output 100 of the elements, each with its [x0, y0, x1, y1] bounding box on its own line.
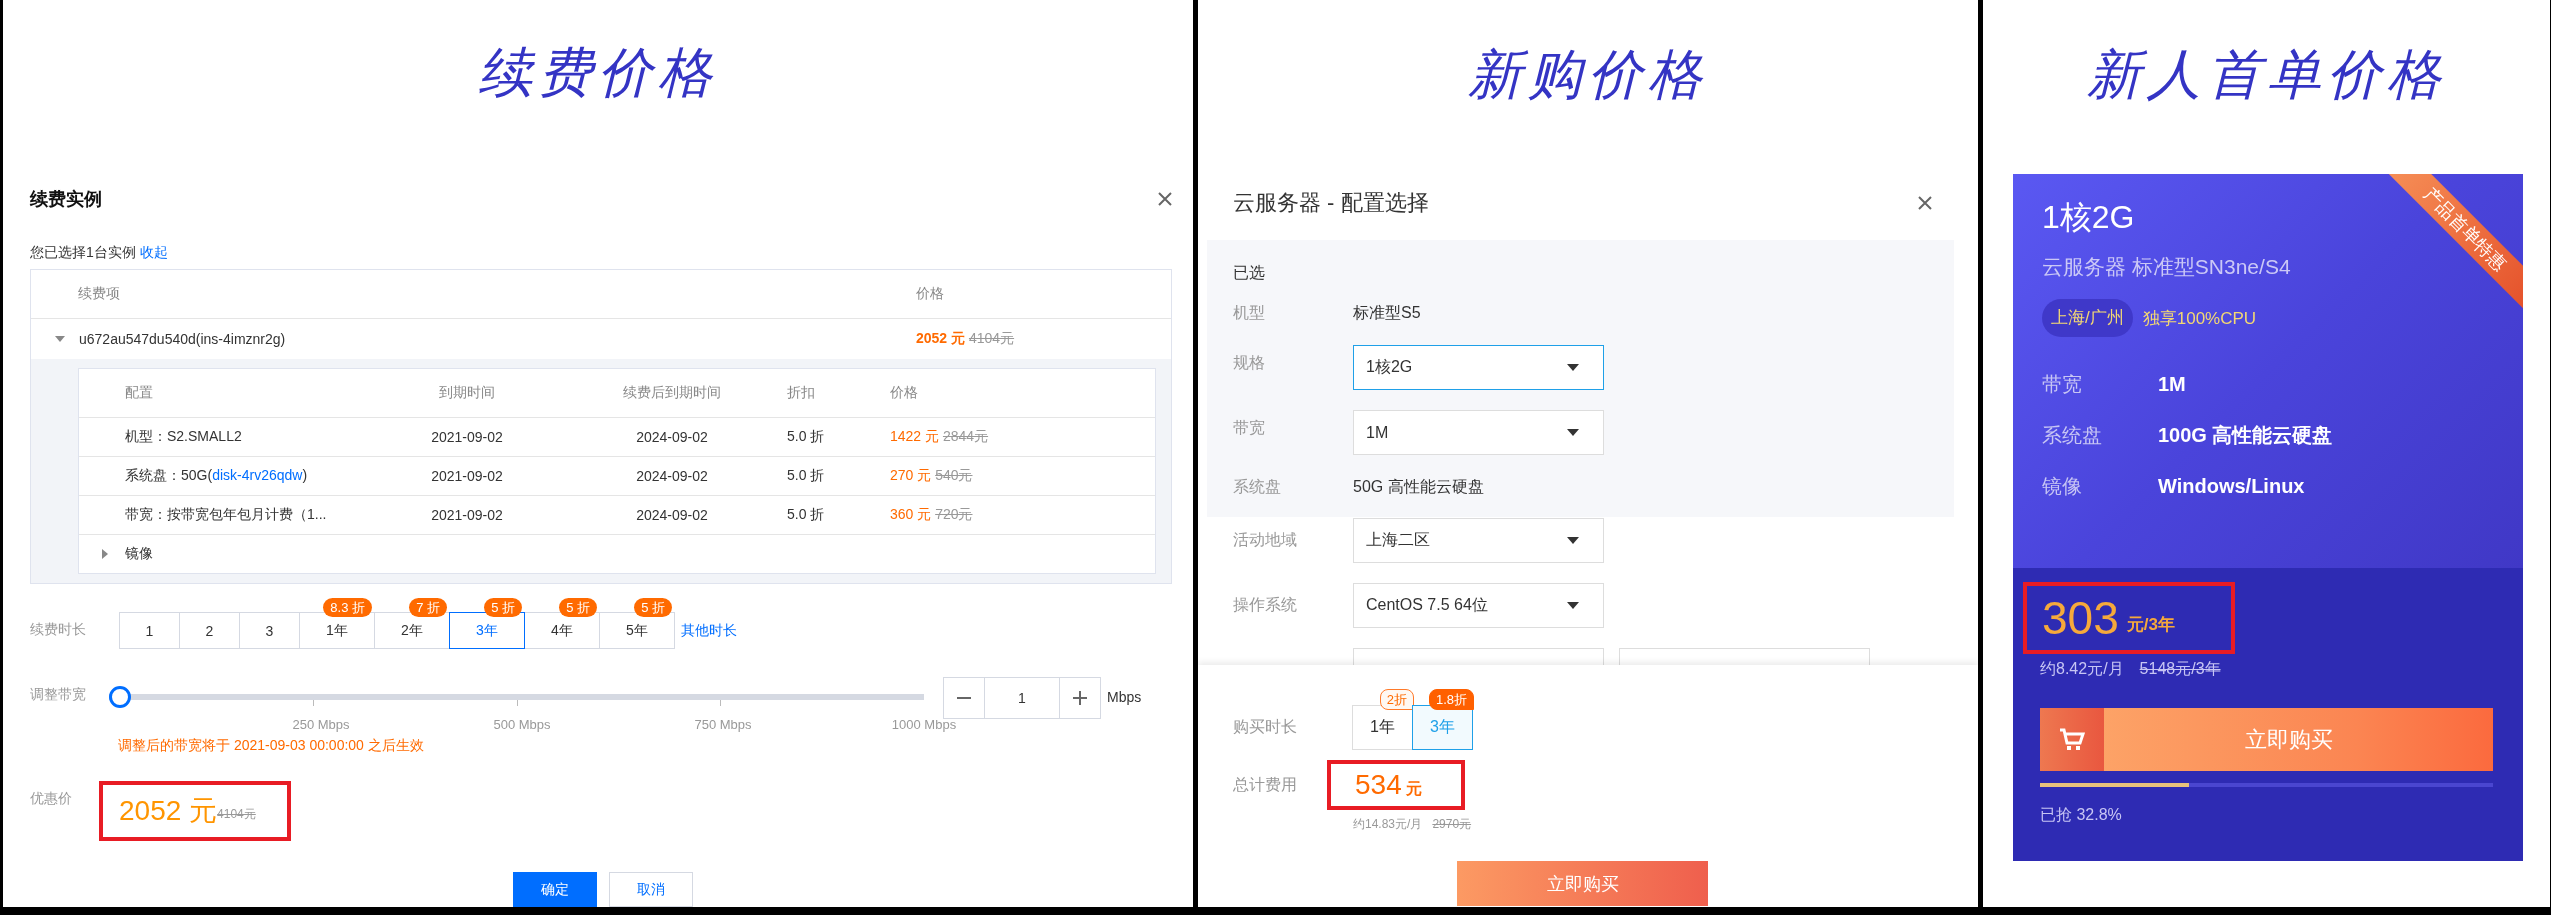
disk-link[interactable]: disk-4rv26qdw: [212, 467, 303, 483]
spec-label: 系统盘: [2042, 423, 2103, 448]
confirm-button[interactable]: 确定: [513, 872, 597, 907]
column-header: 到期时间: [438, 384, 496, 402]
caret-down-icon: [1567, 429, 1579, 436]
offer-price: 2052 元: [119, 794, 218, 828]
spec-label: 带宽: [2042, 372, 2083, 397]
table-cell-text: 5.0 折: [786, 467, 826, 485]
field-label: 调整带宽: [30, 685, 87, 704]
card-subtitle: 云服务器 标准型SN3ne/S4: [2042, 254, 2292, 280]
field-label: 购买时长: [1233, 717, 1298, 737]
table-cell-text: 5.0 折: [786, 428, 826, 446]
cancel-button[interactable]: 取消: [609, 872, 693, 907]
offer-price: 303: [2042, 592, 2119, 644]
monthly-price: 约8.42元/月: [2040, 659, 2124, 679]
instance-name: u672au547du540d(ins-4imznr2g): [79, 331, 286, 347]
field-label: 系统盘: [1233, 477, 1282, 497]
discount-badge: 8.3 折: [323, 598, 372, 617]
original-price: 5148元/3年: [2139, 659, 2221, 679]
sub-item-label: 镜像: [125, 545, 153, 563]
caret-down-icon: [1567, 537, 1579, 544]
select-field[interactable]: 1M: [1353, 410, 1604, 455]
discount-badge: 7 折: [409, 598, 447, 617]
caret-right-icon[interactable]: [101, 549, 109, 559]
field-label: 操作系统: [1233, 595, 1298, 615]
column-header: 配置: [124, 384, 154, 402]
original-price: 2970元: [1432, 816, 1472, 833]
field-value: 50G 高性能云硬盘: [1353, 477, 1484, 497]
duration-option[interactable]: 2: [179, 612, 240, 649]
select-field[interactable]: 1核2G: [1353, 345, 1604, 390]
sold-percentage: 已抢 32.8%: [2040, 805, 2123, 825]
tick-label: 250 Mbps: [292, 717, 350, 732]
item-price: 360 元: [890, 506, 932, 522]
spec-label: 镜像: [2042, 474, 2083, 499]
field-label: 活动地域: [1233, 530, 1298, 550]
caret-down-icon: [1567, 602, 1579, 609]
table-cell-text: 带宽：按带宽包年包月计费（1...: [124, 506, 328, 524]
discount-badge: 2折: [1379, 689, 1414, 710]
section-title: 已选: [1233, 262, 1265, 283]
slider-thumb[interactable]: [109, 686, 131, 708]
unit-label: Mbps: [1107, 688, 1142, 707]
table-cell-text: 2024-09-02: [635, 468, 709, 484]
column-header: 折扣: [786, 384, 816, 402]
spec-value: Windows/Linux: [2158, 474, 2305, 499]
dialog-title: 云服务器 - 配置选择: [1233, 189, 1429, 217]
field-label: 总计费用: [1233, 774, 1298, 795]
original-price: 720元: [935, 506, 973, 522]
duration-option[interactable]: 3: [239, 612, 300, 649]
table-cell-text: 2021-09-02: [430, 468, 504, 484]
select-field[interactable]: CentOS 7.5 64位: [1353, 583, 1604, 628]
caret-down-icon: [1567, 364, 1579, 371]
plus-icon: [1073, 691, 1087, 705]
caret-down-icon[interactable]: [55, 335, 65, 343]
field-value: 标准型S5: [1353, 302, 1421, 323]
feature-text: 独享100%CPU: [2142, 307, 2257, 330]
duration-option[interactable]: 1年: [1352, 705, 1413, 750]
original-price: 2844元: [942, 428, 989, 444]
field-label: 优惠价: [30, 789, 73, 808]
close-icon[interactable]: [1917, 195, 1933, 211]
dialog-title: 续费实例: [30, 188, 102, 211]
column-header: 续费后到期时间: [622, 384, 722, 402]
column-header: 价格: [889, 384, 919, 402]
cart-icon: [2059, 727, 2085, 752]
discount-badge: 5 折: [559, 598, 597, 617]
panel-heading: 续费价格: [478, 39, 718, 106]
spec-value: 1M: [2158, 372, 2186, 397]
instance-price: 2052 元: [916, 330, 966, 346]
panel-heading: 新购价格: [1468, 41, 1708, 108]
discount-badge: 5 折: [484, 598, 522, 617]
card-title: 1核2G: [2042, 198, 2135, 237]
field-label: 机型: [1233, 302, 1266, 323]
table-cell-text: 机型：S2.SMALL2: [124, 428, 243, 446]
other-duration-link[interactable]: 其他时长: [681, 621, 737, 640]
discount-badge: 1.8折: [1428, 689, 1474, 710]
table-cell-text: 2021-09-02: [430, 507, 504, 523]
original-price: 540元: [935, 467, 973, 483]
duration-option[interactable]: 1: [119, 612, 180, 649]
original-price: 4104元: [217, 806, 256, 821]
select-field[interactable]: 上海二区: [1353, 518, 1604, 563]
tick-label: 500 Mbps: [493, 717, 551, 732]
close-icon[interactable]: [1157, 191, 1173, 207]
collapse-link[interactable]: 收起: [139, 244, 168, 260]
tick-label: 1000 Mbps: [891, 717, 957, 732]
table-cell-text: 2024-09-02: [635, 507, 709, 523]
item-price: 270 元: [890, 467, 932, 483]
table-cell-text: 2021-09-02: [430, 429, 504, 445]
field-label: 带宽: [1233, 418, 1266, 438]
total-price: 534: [1355, 769, 1402, 801]
notice-text: 调整后的带宽将于 2021-09-03 00:00:00 之后生效: [118, 737, 424, 753]
bandwidth-stepper[interactable]: 1: [943, 677, 1101, 719]
tick-label: 750 Mbps: [694, 717, 752, 732]
region-tag: 上海/广州: [2042, 299, 2133, 337]
item-price: 1422 元: [890, 428, 940, 444]
column-header: 续费项: [77, 285, 121, 303]
monthly-price: 约14.83元/月: [1353, 816, 1423, 833]
currency-unit: 元: [1405, 778, 1422, 799]
field-label: 规格: [1233, 353, 1266, 373]
original-price: 4104元: [968, 330, 1015, 346]
field-label: 续费时长: [30, 620, 87, 639]
selection-note: 您已选择1台实例: [30, 244, 136, 260]
